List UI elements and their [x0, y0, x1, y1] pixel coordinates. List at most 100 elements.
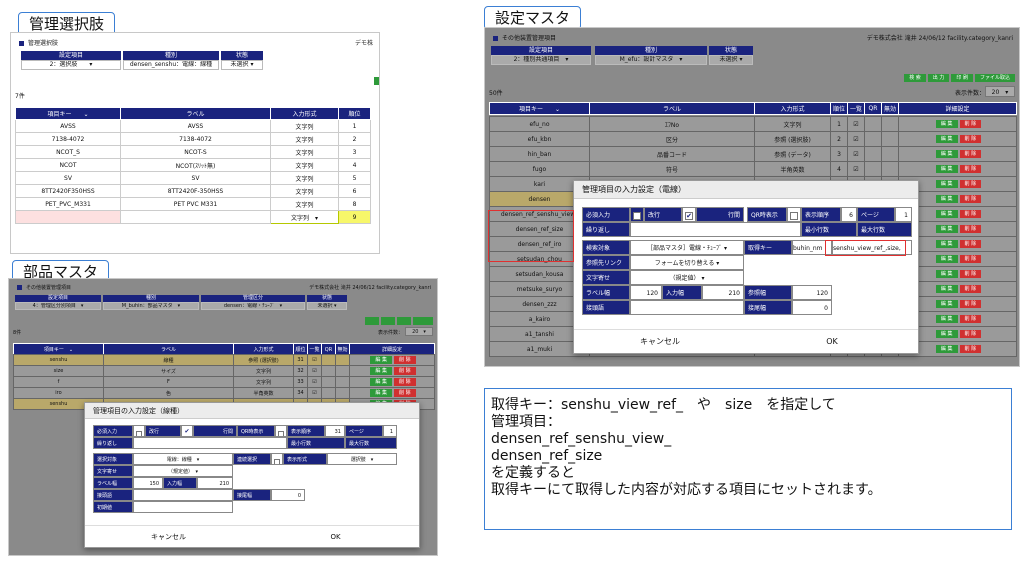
delete-button[interactable]: 削 除 — [394, 367, 416, 375]
ref-link-select[interactable]: フォームを切り替える ▾ — [630, 255, 744, 270]
perpage-select[interactable]: 20 ▾ — [985, 86, 1015, 97]
filter-select[interactable]: 未選択 ▾ — [221, 60, 263, 70]
table-row[interactable]: iro 色半角英数 34 ☑ 編 集削 除 — [13, 387, 435, 399]
display-format-select[interactable]: 選択肢 ▾ — [327, 453, 397, 465]
cancel-button[interactable]: キャンセル — [85, 526, 252, 547]
table-row[interactable]: senshu 線種 参照 (選択肢) 31 ☑ 編 集削 除 — [13, 354, 435, 366]
wrap-input[interactable] — [630, 222, 801, 237]
table-row[interactable]: efu_no ｴﾌNo 文字列 1 ☑ 編 集削 除 — [489, 116, 1017, 132]
search-button[interactable]: 検 索 — [904, 74, 926, 82]
edit-button[interactable]: 編 集 — [935, 150, 958, 158]
delete-button[interactable]: 削 除 — [959, 300, 982, 308]
wrap-input[interactable] — [133, 437, 287, 449]
perpage-select[interactable]: 20 ▾ — [405, 327, 433, 336]
cancel-button[interactable]: キャンセル — [574, 330, 746, 353]
export-button[interactable]: 出 力 — [927, 74, 950, 82]
filter-select[interactable]: 未選択 ▾ — [307, 302, 347, 310]
ref-width-input[interactable]: 120 — [792, 285, 832, 300]
table-row[interactable]: 8TT2420F350HSS 8TT2420F-350HSS 文字列 6 — [15, 184, 371, 198]
prefix-input[interactable] — [630, 300, 744, 315]
chain-select-checkbox-box[interactable] — [274, 458, 280, 464]
delete-button[interactable]: 削 除 — [959, 120, 982, 128]
edit-button[interactable]: 編 集 — [935, 255, 958, 263]
table-row[interactable]: hin_ban 品番コード 参照 (データ) 3 ☑ 編 集削 除 — [489, 146, 1017, 162]
filter-select[interactable]: 4：管理区分別項目 ▾ — [15, 302, 101, 310]
prefix-input[interactable] — [133, 489, 233, 501]
edit-button[interactable]: 編 集 — [935, 240, 958, 248]
edit-button[interactable]: 編 集 — [935, 195, 958, 203]
new-type-select[interactable]: 文字列 ▾ — [270, 210, 339, 224]
col-key[interactable]: 項目キー ⌄ — [15, 107, 121, 120]
label-width-input[interactable]: 150 — [133, 477, 163, 489]
label-width-input[interactable]: 120 — [630, 285, 662, 300]
delete-button[interactable]: 削 除 — [959, 210, 982, 218]
align-select[interactable]: （規定値） ▾ — [133, 465, 233, 477]
input-width-input[interactable]: 210 — [197, 477, 233, 489]
search-target-select[interactable]: ［部品マスタ］電線・ﾁｭｰﾌﾞ ▾ — [630, 240, 744, 255]
required-checkbox-box[interactable] — [136, 430, 142, 436]
new-key-input[interactable] — [15, 210, 121, 224]
qr-checkbox-box[interactable] — [278, 430, 284, 436]
ok-button[interactable]: OK — [252, 526, 419, 547]
kaigyo-checkbox[interactable]: ✔ — [685, 211, 693, 220]
table-row[interactable]: fugo 符号 半角英数 4 ☑ 編 集削 除 — [489, 161, 1017, 177]
filter-select[interactable]: M_buhin：部品マスタ ▾ — [103, 302, 199, 310]
table-row[interactable]: size サイズ 文字列 32 ☑ 編 集削 除 — [13, 365, 435, 377]
table-row[interactable]: 7138-4072 7138-4072 文字列 2 — [15, 132, 371, 146]
required-checkbox-cell[interactable] — [630, 207, 644, 222]
filter-select[interactable]: 2：種別共通項目 ▾ — [491, 55, 591, 65]
edit-button[interactable]: 編 集 — [935, 135, 958, 143]
required-cell[interactable]: 必須入力 — [582, 207, 630, 222]
print-button[interactable]: 印 刷 — [951, 74, 973, 82]
delete-button[interactable]: 削 除 — [959, 150, 982, 158]
filter-select[interactable]: M_efu：設計マスタ ▾ — [595, 55, 707, 65]
kaigyo-checkbox[interactable]: ✔ — [181, 425, 193, 437]
edit-button[interactable]: 編 集 — [370, 367, 392, 375]
required-checkbox[interactable] — [133, 425, 145, 437]
edit-button[interactable]: 編 集 — [935, 330, 958, 338]
import-button[interactable]: ファイル取込 — [974, 74, 1015, 82]
new-label-input[interactable] — [120, 210, 271, 224]
new-order-input[interactable]: 9 — [338, 210, 371, 224]
initial-value-input[interactable] — [133, 501, 233, 513]
edit-button[interactable]: 編 集 — [935, 270, 958, 278]
required-checkbox[interactable] — [633, 211, 641, 220]
edit-button[interactable]: 編 集 — [935, 165, 958, 173]
order-input[interactable]: 31 — [325, 425, 345, 437]
filter-select[interactable]: densen_senshu：電線：線種 — [123, 60, 219, 70]
edit-button[interactable]: 編 集 — [370, 356, 392, 364]
delete-button[interactable]: 削 除 — [394, 389, 416, 397]
align-select[interactable]: （規定値） ▾ — [630, 270, 744, 285]
page-input[interactable]: 1 — [895, 207, 912, 222]
new-row[interactable]: 文字列 ▾ 9 — [15, 210, 371, 224]
chain-select-checkbox[interactable] — [271, 453, 283, 465]
delete-button[interactable]: 削 除 — [394, 356, 416, 364]
table-row[interactable]: AVSS AVSS 文字列 1 — [15, 119, 371, 133]
delete-button[interactable]: 削 除 — [959, 240, 982, 248]
delete-button[interactable]: 削 除 — [959, 345, 982, 353]
edit-button[interactable]: 編 集 — [935, 300, 958, 308]
delete-button[interactable]: 削 除 — [959, 255, 982, 263]
delete-button[interactable]: 削 除 — [959, 285, 982, 293]
filter-select[interactable]: densen：電線・ﾁｭｰﾌﾞ ▾ — [201, 302, 305, 310]
table-row[interactable]: PET_PVC_M331 PET PVC M331 文字列 8 — [15, 197, 371, 211]
qr-checkbox[interactable] — [275, 425, 287, 437]
table-row[interactable]: NCOT_S NCOT-S 文字列 3 — [15, 145, 371, 159]
col-key[interactable]: 項目キー ⌄ — [489, 102, 590, 115]
table-row[interactable]: SV SV 文字列 5 — [15, 171, 371, 185]
qr-checkbox-cell[interactable] — [787, 207, 801, 222]
edit-button[interactable]: 編 集 — [935, 180, 958, 188]
filter-select[interactable]: 未選択 ▾ — [709, 55, 753, 65]
edit-button[interactable]: 編 集 — [935, 120, 958, 128]
edit-button[interactable]: 編 集 — [935, 345, 958, 353]
select-target-select[interactable]: 電線：線種 ▾ — [133, 453, 233, 465]
order-input[interactable]: 6 — [841, 207, 857, 222]
qr-checkbox[interactable] — [790, 211, 798, 220]
table-row[interactable]: f F 文字列 33 ☑ 編 集削 除 — [13, 376, 435, 388]
delete-button[interactable]: 削 除 — [959, 270, 982, 278]
page-input[interactable]: 1 — [383, 425, 397, 437]
edit-button[interactable]: 編 集 — [935, 315, 958, 323]
delete-button[interactable]: 削 除 — [959, 135, 982, 143]
delete-button[interactable]: 削 除 — [959, 225, 982, 233]
kaigyo-checkbox-cell[interactable]: ✔ — [682, 207, 696, 222]
